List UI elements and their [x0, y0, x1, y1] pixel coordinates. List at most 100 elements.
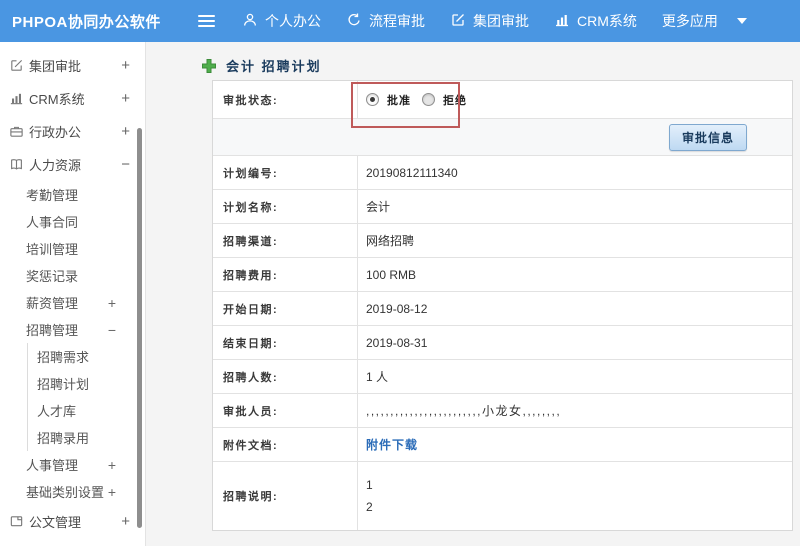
main-content: 会计 招聘计划 审批状态: 批准 拒绝 审批信息 计划编号: 201908121… [146, 42, 800, 546]
sidebar-item-recruit-plan[interactable]: 招聘计划 [28, 370, 145, 397]
row-value: 1 2 [358, 462, 792, 530]
sidebar-item-label: 招聘管理 [26, 323, 79, 338]
sidebar-item-personnel[interactable]: 人事管理 + [0, 451, 145, 478]
sidebar-item-label: 考勤管理 [26, 188, 79, 203]
row-value: 附件下载 [358, 428, 792, 461]
app-window: PHPOA协同办公软件 个人办公 流程审批 集团审批 CRM系统 更多应用 集团… [0, 0, 800, 546]
sidebar: 集团审批 + CRM系统 + 行政办公 + 人力资源 − 考勤管理 人事合同 培… [0, 42, 146, 546]
doc-icon [9, 514, 25, 530]
expand-toggle[interactable]: + [121, 123, 130, 140]
row-label: 审批状态: [213, 81, 358, 118]
nav-label: 个人办公 [265, 13, 321, 29]
table-row-attachment: 附件文档: 附件下载 [213, 428, 792, 462]
description-line: 2 [366, 500, 373, 514]
sidebar-item-label: 公文管理 [29, 515, 82, 530]
sidebar-item-recruit-mgmt[interactable]: 招聘管理 − [0, 316, 145, 343]
table-row-approvers: 审批人员: ,,,,,,,,,,,,,,,,,,,,,,,,小龙女,,,,,,,… [213, 394, 792, 428]
recruit-submenu: 招聘需求 招聘计划 人才库 招聘录用 [27, 343, 145, 451]
nav-crm-system[interactable]: CRM系统 [554, 11, 637, 31]
table-row-headcount: 招聘人数: 1 人 [213, 360, 792, 394]
sidebar-item-salary[interactable]: 薪资管理 + [0, 289, 145, 316]
nav-label: 流程审批 [369, 13, 425, 29]
row-label: 开始日期: [213, 292, 358, 325]
table-row-start-date: 开始日期: 2019-08-12 [213, 292, 792, 326]
add-icon[interactable] [201, 58, 217, 74]
attachment-download-link[interactable]: 附件下载 [366, 436, 418, 453]
sidebar-item-hr[interactable]: 人力资源 − [0, 148, 145, 181]
sidebar-item-label: 招聘需求 [37, 350, 90, 365]
user-icon [242, 12, 258, 31]
sidebar-item-label: 行政办公 [29, 125, 82, 140]
sidebar-item-rewards[interactable]: 奖惩记录 [0, 262, 145, 289]
nav-more-apps[interactable]: 更多应用 [662, 11, 747, 31]
row-label: 结束日期: [213, 326, 358, 359]
expand-toggle[interactable]: + [121, 513, 130, 530]
sidebar-item-documents[interactable]: 公文管理 + [0, 505, 145, 538]
nav-label: 更多应用 [661, 13, 718, 29]
sidebar-item-label: 奖惩记录 [26, 269, 79, 284]
collapse-toggle[interactable]: − [121, 156, 130, 173]
detail-table: 审批状态: 批准 拒绝 审批信息 计划编号: 20190812111340 计划… [212, 80, 793, 531]
row-label: 计划名称: [213, 190, 358, 223]
row-label: 招聘费用: [213, 258, 358, 291]
sidebar-item-talent-pool[interactable]: 人才库 [28, 397, 145, 424]
row-value: 20190812111340 [366, 165, 458, 180]
row-value: 网络招聘 [366, 234, 415, 248]
table-row-plan-number: 计划编号: 20190812111340 [213, 156, 792, 190]
sidebar-item-group-approval[interactable]: 集团审批 + [0, 49, 145, 82]
highlight-annotation-box [351, 82, 460, 128]
row-label: 招聘说明: [213, 462, 358, 530]
process-icon [346, 12, 362, 31]
nav-personal-office[interactable]: 个人办公 [242, 11, 321, 31]
chart-icon [554, 12, 570, 31]
top-header: PHPOA协同办公软件 个人办公 流程审批 集团审批 CRM系统 更多应用 [0, 0, 800, 42]
nav-label: CRM系统 [577, 13, 637, 29]
row-value: 2019-08-12 [366, 301, 428, 316]
app-logo: PHPOA协同办公软件 [12, 13, 161, 31]
table-row-status: 审批状态: 批准 拒绝 [213, 81, 792, 119]
nav-process-approval[interactable]: 流程审批 [346, 11, 425, 31]
sidebar-item-hr-contract[interactable]: 人事合同 [0, 208, 145, 235]
approve-info-button[interactable]: 审批信息 [669, 123, 748, 151]
nav-label: 集团审批 [473, 13, 529, 29]
sidebar-item-label: 薪资管理 [26, 296, 79, 311]
expand-toggle[interactable]: + [108, 484, 116, 500]
sidebar-item-label: 招聘录用 [37, 431, 90, 446]
page-title: 会计 招聘计划 [226, 59, 322, 74]
row-label: 计划编号: [213, 156, 358, 189]
sidebar-item-label: 人事管理 [26, 458, 79, 473]
expand-toggle[interactable]: + [108, 295, 116, 311]
expand-toggle[interactable]: + [121, 57, 130, 74]
sidebar-item-label: 集团审批 [29, 59, 82, 74]
row-value: 会计 [366, 200, 391, 214]
expand-toggle[interactable]: + [108, 457, 116, 473]
sidebar-item-label: 招聘计划 [37, 377, 90, 392]
sidebar-item-admin-office[interactable]: 行政办公 + [0, 115, 145, 148]
sidebar-item-label: 人力资源 [29, 158, 82, 173]
chart-icon [9, 91, 25, 107]
table-row-end-date: 结束日期: 2019-08-31 [213, 326, 792, 360]
sidebar-item-recruit-demand[interactable]: 招聘需求 [28, 343, 145, 370]
row-label: 附件文档: [213, 428, 358, 461]
nav-group-approval[interactable]: 集团审批 [450, 11, 529, 31]
sidebar-item-label: CRM系统 [29, 92, 85, 107]
table-row-plan-name: 计划名称: 会计 [213, 190, 792, 224]
menu-icon[interactable] [196, 11, 217, 31]
row-label: 招聘人数: [213, 360, 358, 393]
edit-icon [9, 58, 25, 74]
row-value: 2019-08-31 [366, 335, 428, 350]
sidebar-scrollbar[interactable] [137, 128, 142, 528]
sidebar-item-crm[interactable]: CRM系统 + [0, 82, 145, 115]
sidebar-item-attendance[interactable]: 考勤管理 [0, 181, 145, 208]
sidebar-item-label: 人事合同 [26, 215, 79, 230]
table-row-channel: 招聘渠道: 网络招聘 [213, 224, 792, 258]
sidebar-item-label: 培训管理 [26, 242, 79, 257]
briefcase-icon [9, 124, 25, 140]
sidebar-item-vehicle[interactable]: 用车管理 + [0, 538, 145, 546]
sidebar-item-recruit-hire[interactable]: 招聘录用 [28, 424, 145, 451]
expand-toggle[interactable]: + [121, 90, 130, 107]
sidebar-item-training[interactable]: 培训管理 [0, 235, 145, 262]
sidebar-item-base-category[interactable]: 基础类别设置 + [0, 478, 145, 505]
top-nav: 个人办公 流程审批 集团审批 CRM系统 更多应用 [196, 0, 747, 42]
collapse-toggle[interactable]: − [108, 322, 116, 338]
